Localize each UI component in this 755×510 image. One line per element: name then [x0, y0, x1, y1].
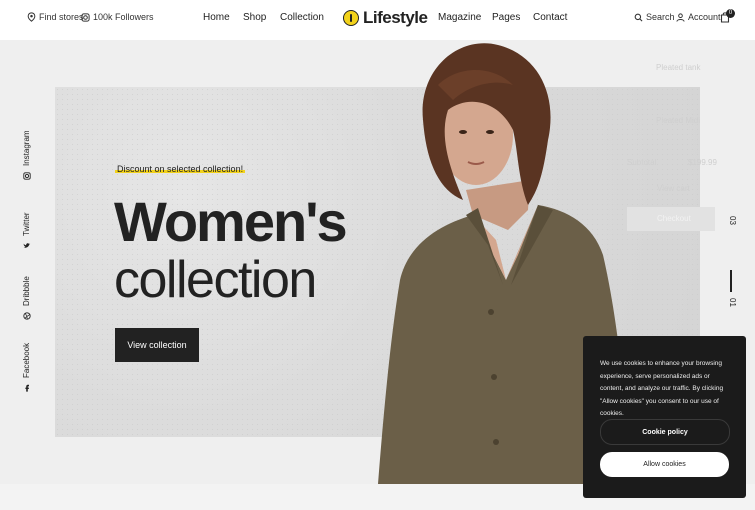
hero-eyebrow: Discount on selected collection!	[115, 164, 246, 174]
mini-cart-item-1: Pleated tank	[656, 63, 701, 72]
slide-total: 03	[727, 216, 737, 225]
allow-cookies-label: Allow cookies	[643, 461, 686, 468]
find-stores-label: Find stores	[39, 12, 84, 22]
logo-text: Lifestyle	[363, 8, 428, 27]
social-link-dribbble[interactable]: Dribbble	[22, 276, 31, 320]
mini-cart-checkout-label: Checkout	[657, 214, 691, 223]
logo-mark-icon	[343, 10, 359, 26]
followers-link[interactable]: 100k Followers	[81, 12, 154, 22]
cookie-message: We use cookies to enhance your browsing …	[600, 360, 724, 417]
social-label-instagram: Instagram	[22, 130, 31, 166]
mini-cart-subtotal-value: $199.99	[688, 158, 717, 167]
hero-title-line2: collection	[114, 251, 317, 309]
nav-collection[interactable]: Collection	[280, 12, 324, 23]
social-link-instagram[interactable]: Instagram	[22, 130, 31, 180]
cart-count-badge: 0	[726, 9, 735, 18]
user-icon	[676, 12, 685, 22]
social-label-facebook: Facebook	[22, 342, 31, 378]
instagram-icon	[22, 172, 31, 180]
mini-cart-checkout-button[interactable]: Checkout	[627, 207, 715, 231]
logo[interactable]: Lifestyle	[343, 8, 428, 28]
followers-label: 100k Followers	[93, 12, 154, 22]
facebook-icon	[24, 384, 29, 392]
search-icon	[634, 13, 643, 21]
slide-current: 01	[727, 298, 737, 307]
account-label: Account	[688, 12, 721, 22]
nav-home[interactable]: Home	[203, 12, 230, 23]
find-stores-link[interactable]: Find stores	[27, 12, 84, 22]
nav-shop[interactable]: Shop	[243, 12, 266, 23]
social-label-twitter: Twitter	[22, 212, 31, 236]
social-link-twitter[interactable]: Twitter	[22, 212, 31, 250]
hero-title-line1: Women's	[114, 190, 348, 253]
search-button[interactable]: Search	[634, 12, 675, 22]
instagram-icon	[81, 12, 90, 22]
header: Find stores 100k Followers Home Shop Col…	[0, 0, 755, 40]
cookie-policy-button[interactable]: Cookie policy	[600, 419, 730, 445]
dribbble-icon	[22, 312, 31, 320]
social-label-dribbble: Dribbble	[22, 276, 31, 306]
twitter-icon	[23, 243, 30, 248]
nav-magazine[interactable]: Magazine	[438, 12, 481, 23]
view-collection-label: View collection	[127, 340, 187, 350]
cookie-policy-label: Cookie policy	[642, 428, 688, 436]
allow-cookies-button[interactable]: Allow cookies	[600, 452, 729, 477]
nav-contact[interactable]: Contact	[533, 12, 567, 23]
account-button[interactable]: Account	[676, 12, 721, 22]
view-collection-button[interactable]: View collection	[115, 328, 199, 362]
mini-cart-view-cart[interactable]: View cart	[657, 184, 690, 193]
map-pin-icon	[27, 12, 36, 22]
mini-cart-item-2: Pleated Midi	[656, 116, 701, 125]
slide-progress-line	[730, 270, 732, 292]
search-label: Search	[646, 12, 675, 22]
nav-pages[interactable]: Pages	[492, 12, 520, 23]
cookie-banner: We use cookies to enhance your browsing …	[583, 336, 746, 498]
social-link-facebook[interactable]: Facebook	[22, 343, 31, 392]
